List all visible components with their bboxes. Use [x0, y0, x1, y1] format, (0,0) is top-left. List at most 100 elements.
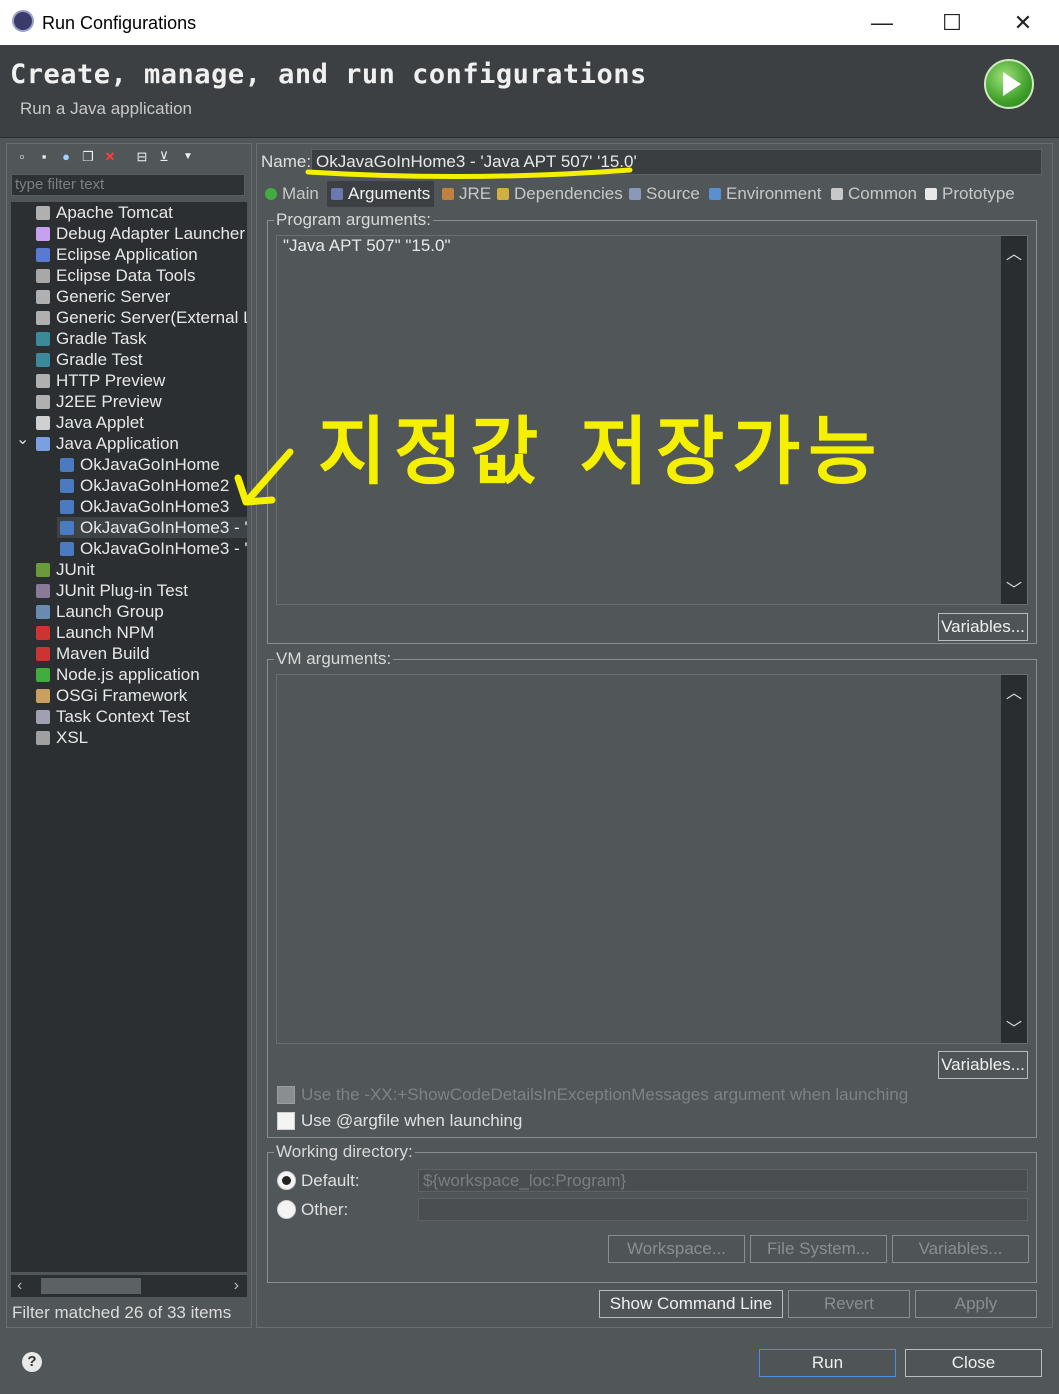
program-arguments-label: Program arguments: [274, 210, 433, 230]
show-code-details-label: Use the -XX:+ShowCodeDetailsInExceptionM… [301, 1085, 909, 1104]
tree-item[interactable]: Gradle Test [36, 349, 143, 370]
tab-dependencies[interactable]: Dependencies [497, 181, 623, 207]
tree-item[interactable]: Eclipse Application [36, 244, 198, 265]
tree-child-item[interactable]: OkJavaGoInHome3 - ' [57, 517, 247, 538]
environment-tab-icon [709, 188, 721, 200]
tree-item[interactable]: Generic Server [36, 286, 170, 307]
duplicate-icon[interactable]: ❐ [81, 150, 95, 164]
tab-label: JRE [459, 184, 492, 203]
scroll-right-icon[interactable]: › [234, 1275, 239, 1297]
close-button[interactable]: Close [905, 1349, 1042, 1377]
vm-arguments-textarea[interactable]: ︿ ﹀ [276, 674, 1028, 1044]
tree-item[interactable]: Debug Adapter Launcher [36, 223, 245, 244]
tree-item[interactable]: ⌄ Java Application [16, 431, 179, 454]
tree-horizontal-scrollbar[interactable]: ‹ › [11, 1275, 247, 1297]
revert-button[interactable]: Revert [788, 1290, 910, 1318]
help-icon[interactable]: ? [22, 1352, 42, 1372]
scroll-thumb[interactable] [41, 1278, 141, 1294]
tab-prototype[interactable]: Prototype [925, 181, 1015, 207]
tree-item[interactable]: Apache Tomcat [36, 202, 173, 223]
config-type-icon [36, 332, 50, 346]
argfile-checkbox[interactable] [277, 1112, 295, 1130]
tree-item[interactable]: HTTP Preview [36, 370, 165, 391]
filter-input[interactable]: type filter text [11, 174, 245, 196]
minimize-button[interactable]: — [847, 0, 917, 45]
tree-item[interactable]: Java Applet [36, 412, 144, 433]
tree-child-item[interactable]: OkJavaGoInHome3 - ' [60, 538, 247, 559]
config-type-icon [36, 227, 50, 241]
tree-item-label: Java Applet [56, 413, 144, 432]
maximize-button[interactable]: ☐ [917, 0, 987, 45]
tree-item-label: Gradle Task [56, 329, 147, 348]
tree-item-label: Node.js application [56, 665, 200, 684]
config-type-icon [36, 563, 50, 577]
tree-item[interactable]: J2EE Preview [36, 391, 162, 412]
tree-item[interactable]: Node.js application [36, 664, 200, 685]
scroll-left-icon[interactable]: ‹ [17, 1275, 22, 1297]
tree-item[interactable]: JUnit Plug-in Test [36, 580, 188, 601]
expand-chevron-down-icon[interactable]: ⌄ [16, 429, 29, 450]
other-radio[interactable] [277, 1200, 296, 1219]
file-system-button[interactable]: File System... [750, 1235, 887, 1263]
source-tab-icon [629, 188, 641, 200]
tab-common[interactable]: Common [831, 181, 917, 207]
show-command-line-button[interactable]: Show Command Line [599, 1290, 783, 1318]
tab-main[interactable]: Main [265, 181, 319, 207]
name-input[interactable]: OkJavaGoInHome3 - 'Java APT 507' '15.0' [311, 149, 1042, 175]
tree-item[interactable]: Launch NPM [36, 622, 154, 643]
name-label: Name: [261, 152, 312, 171]
vm-args-variables-button[interactable]: Variables... [938, 1051, 1028, 1079]
tree-item[interactable]: JUnit [36, 559, 95, 580]
tree-item[interactable]: OSGi Framework [36, 685, 187, 706]
tab-arguments[interactable]: Arguments [327, 181, 435, 207]
config-type-icon [36, 395, 50, 409]
config-type-icon [36, 626, 50, 640]
other-directory-field[interactable] [418, 1198, 1028, 1221]
tree-item[interactable]: Gradle Task [36, 328, 146, 349]
working-dir-variables-button[interactable]: Variables... [892, 1235, 1029, 1263]
apply-button[interactable]: Apply [915, 1290, 1037, 1318]
export-icon[interactable]: ● [59, 150, 73, 164]
tree-item[interactable]: Generic Server(External L [36, 307, 247, 328]
scroll-up-icon[interactable]: ︿ [1001, 679, 1027, 703]
tab-environment[interactable]: Environment [709, 181, 821, 207]
config-type-icon [60, 521, 74, 535]
program-arguments-textarea[interactable]: "Java APT 507" "15.0" ︿ ﹀ [276, 235, 1028, 605]
default-radio[interactable] [277, 1171, 296, 1190]
vm-args-scrollbar[interactable]: ︿ ﹀ [1001, 675, 1027, 1043]
tree-child-item[interactable]: OkJavaGoInHome3 [60, 496, 229, 517]
view-menu-chevron-down-icon[interactable]: ▼ [181, 150, 195, 164]
workspace-button[interactable]: Workspace... [608, 1235, 745, 1263]
config-type-icon [36, 731, 50, 745]
tree-child-item[interactable]: OkJavaGoInHome2 [60, 475, 229, 496]
tree-item-label: Task Context Test [56, 707, 190, 726]
delete-icon[interactable]: ✕ [103, 150, 117, 164]
new-prototype-icon[interactable]: ▪ [37, 150, 51, 164]
main-tab-icon [265, 188, 277, 200]
tree-item-label: Java Application [56, 434, 179, 453]
tree-item-label: OSGi Framework [56, 686, 188, 705]
tree-item[interactable]: Eclipse Data Tools [36, 265, 196, 286]
filter-icon[interactable]: ⊻ [157, 150, 171, 164]
new-config-icon[interactable]: ▫ [15, 150, 29, 164]
window-title: Run Configurations [42, 13, 197, 33]
collapse-all-icon[interactable]: ⊟ [135, 150, 149, 164]
scroll-up-icon[interactable]: ︿ [1001, 240, 1027, 264]
program-args-scrollbar[interactable]: ︿ ﹀ [1001, 236, 1027, 604]
scroll-down-icon[interactable]: ﹀ [1001, 576, 1027, 600]
scroll-down-icon[interactable]: ﹀ [1001, 1015, 1027, 1039]
close-window-button[interactable]: ✕ [988, 0, 1058, 45]
tree-item[interactable]: Launch Group [36, 601, 164, 622]
tree-child-item[interactable]: OkJavaGoInHome [60, 454, 220, 475]
tree-item[interactable]: Task Context Test [36, 706, 190, 727]
tree-item-label: J2EE Preview [56, 392, 162, 411]
tab-jre[interactable]: JRE [442, 181, 491, 207]
program-args-variables-button[interactable]: Variables... [938, 613, 1028, 641]
run-button[interactable]: Run [759, 1349, 896, 1377]
tab-source[interactable]: Source [629, 181, 700, 207]
tree-item[interactable]: Maven Build [36, 643, 150, 664]
tree-item[interactable]: XSL [36, 727, 88, 748]
run-banner-icon [984, 59, 1034, 109]
configuration-editor-pane: Name: OkJavaGoInHome3 - 'Java APT 507' '… [256, 143, 1053, 1328]
tab-label: Dependencies [514, 184, 623, 203]
